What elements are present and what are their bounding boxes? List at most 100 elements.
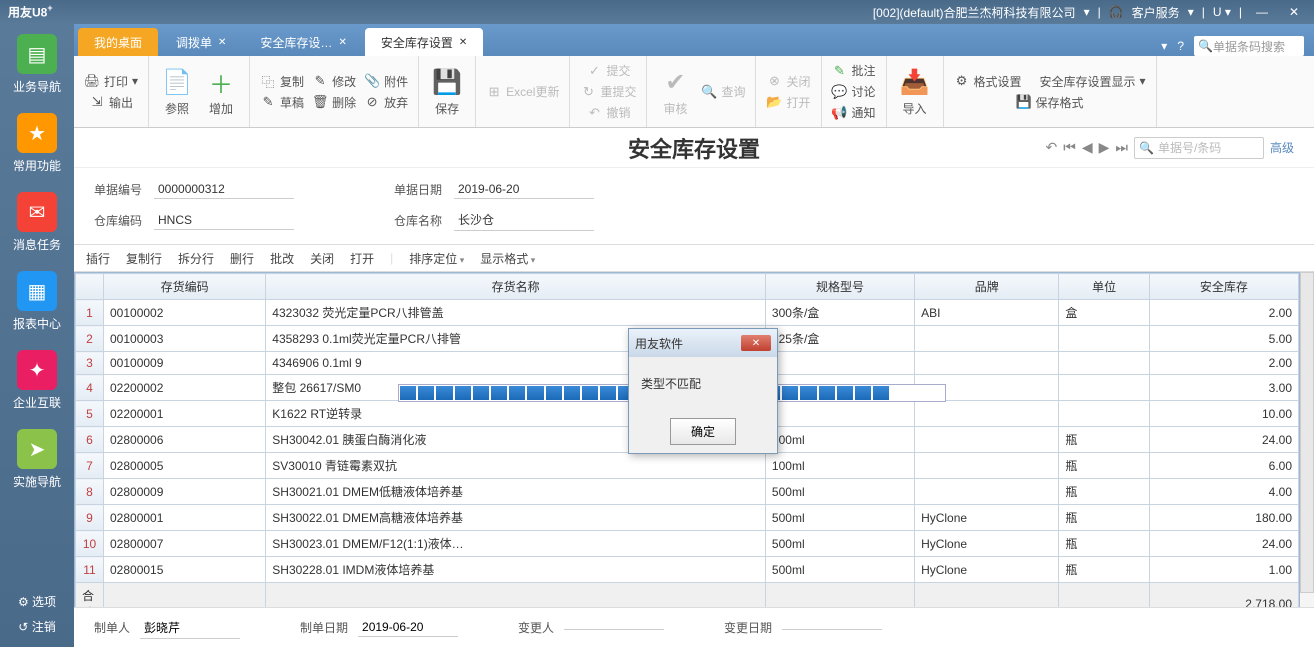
print-button[interactable]: 🖨打印 ▾ [80, 72, 142, 91]
barcode-search[interactable]: 🔍 单据条码搜索 [1194, 36, 1304, 56]
sidebar-item-impl[interactable]: ➤实施导航 [0, 429, 74, 490]
dropdown-icon[interactable]: ▾ [1161, 39, 1167, 53]
cdate-field[interactable] [782, 625, 882, 630]
notify-button[interactable]: 📢通知 [828, 103, 880, 122]
next-button[interactable]: ▶ [1099, 139, 1110, 156]
draft-button[interactable]: ✎草稿 [256, 93, 308, 112]
display-dropdown[interactable]: 显示格式 [480, 250, 535, 267]
abandon-button[interactable]: ⊘放弃 [360, 93, 412, 112]
discuss-button[interactable]: 💬讨论 [828, 82, 880, 101]
copy-row[interactable]: 复制行 [126, 250, 162, 267]
table-row[interactable]: 1102800015SH30228.01 IMDM液体培养基500mlHyClo… [76, 557, 1299, 583]
changer-field[interactable] [564, 625, 664, 630]
tab-transfer[interactable]: 调拨单✕ [160, 28, 242, 56]
help-icon[interactable]: ? [1177, 39, 1184, 53]
output-button[interactable]: ⇲输出 [80, 93, 142, 112]
close-icon[interactable]: ✕ [218, 37, 226, 48]
save-format-button[interactable]: 💾保存格式 [950, 93, 1150, 112]
table-row[interactable]: 1002800007SH30023.01 DMEM/F12(1:1)液体…500… [76, 531, 1299, 557]
open-doc-button[interactable]: 📂打开 [762, 93, 814, 112]
batch-edit[interactable]: 批改 [270, 250, 294, 267]
minimize-button[interactable]: — [1250, 3, 1274, 21]
first-button[interactable]: ⏮ [1063, 139, 1076, 156]
table-row[interactable]: 702800005SV30010 青链霉素双抗100ml瓶6.00 [76, 453, 1299, 479]
vertical-scrollbar[interactable] [1300, 272, 1314, 593]
dialog-close-button[interactable]: ✕ [741, 335, 771, 351]
close-doc-button[interactable]: ⊗关闭 [762, 72, 814, 91]
resubmit-button[interactable]: ↻重提交 [576, 82, 640, 101]
del-row[interactable]: 删行 [230, 250, 254, 267]
modify-button[interactable]: ✎修改 [308, 72, 360, 91]
tab-safestock1[interactable]: 安全库存设…✕ [244, 28, 362, 56]
format-button[interactable]: ⚙格式设置 [950, 72, 1026, 91]
revoke-icon: ↶ [586, 105, 602, 121]
attach-button[interactable]: 📎附件 [360, 72, 412, 91]
query-button[interactable]: 🔍查询 [697, 82, 749, 101]
copy-button[interactable]: ⿻复制 [256, 72, 308, 91]
last-button[interactable]: ⏭ [1115, 139, 1128, 156]
sidebar-item-connect[interactable]: ✦企业互联 [0, 350, 74, 411]
col-name[interactable]: 存货名称 [266, 274, 766, 300]
mdate-field[interactable]: 2019-06-20 [358, 618, 458, 637]
tab-desktop[interactable]: 我的桌面 [78, 28, 158, 56]
sidebar-options[interactable]: ⚙ 选项 [0, 589, 74, 614]
close-icon[interactable]: ✕ [338, 37, 346, 48]
doc-search[interactable]: 🔍单据号/条码 [1134, 137, 1264, 159]
open-row[interactable]: 打开 [350, 250, 374, 267]
whcode-field[interactable]: HNCS [154, 211, 294, 230]
sidebar-item-report[interactable]: ▦报表中心 [0, 271, 74, 332]
col-brand[interactable]: 品牌 [915, 274, 1059, 300]
headset-icon: 🎧 [1109, 5, 1124, 19]
excel-button[interactable]: ⊞Excel更新 [482, 82, 563, 101]
col-spec[interactable]: 规格型号 [765, 274, 914, 300]
col-unit[interactable]: 单位 [1059, 274, 1149, 300]
import-button[interactable]: 📥导入 [893, 64, 937, 119]
save-button[interactable]: 💾保存 [425, 64, 469, 119]
sidebar-logout[interactable]: ↺ 注销 [0, 614, 74, 639]
add-button[interactable]: ＋增加 [199, 64, 243, 119]
edit-icon: ✎ [312, 73, 328, 89]
maker-field[interactable]: 彭晓芹 [140, 617, 240, 639]
close-icon[interactable]: ✕ [459, 37, 467, 48]
table-row[interactable]: 802800009SH30021.01 DMEM低糖液体培养基500ml瓶4.0… [76, 479, 1299, 505]
insert-row[interactable]: 插行 [86, 250, 110, 267]
sidebar-item-message[interactable]: ✉消息任务 [0, 192, 74, 253]
dialog-titlebar[interactable]: 用友软件 ✕ [629, 329, 777, 357]
col-code[interactable]: 存货编码 [104, 274, 266, 300]
dialog-ok-button[interactable]: 确定 [670, 418, 736, 445]
dropdown-icon[interactable]: ▾ [1188, 5, 1194, 19]
inner-toolbar: 插行 复制行 拆分行 删行 批改 关闭 打开 | 排序定位 显示格式 [74, 244, 1314, 272]
discuss-icon: 💬 [832, 84, 848, 100]
code-field[interactable]: 0000000312 [154, 180, 294, 199]
u-icon[interactable]: U ▾ [1213, 5, 1231, 19]
tab-safestock2[interactable]: 安全库存设置✕ [365, 28, 483, 56]
split-row[interactable]: 拆分行 [178, 250, 214, 267]
sidebar-item-common[interactable]: ★常用功能 [0, 113, 74, 174]
close-row[interactable]: 关闭 [310, 250, 334, 267]
table-row[interactable]: 902800001SH30022.01 DMEM高糖液体培养基500mlHyCl… [76, 505, 1299, 531]
dropdown-icon[interactable]: ▾ [1084, 5, 1090, 19]
close-button[interactable]: ✕ [1282, 3, 1306, 21]
tab-bar: 我的桌面 调拨单✕ 安全库存设…✕ 安全库存设置✕ ▾ ? 🔍 单据条码搜索 [74, 24, 1314, 56]
copy-icon: ⿻ [260, 73, 276, 89]
sidebar: ▤业务导航 ★常用功能 ✉消息任务 ▦报表中心 ✦企业互联 ➤实施导航 ⚙ 选项… [0, 24, 74, 647]
submit-button[interactable]: ✓提交 [576, 61, 640, 80]
revoke-button[interactable]: ↶撤销 [576, 103, 640, 122]
display-button[interactable]: 安全库存设置显示 ▾ [1036, 72, 1150, 91]
prev-button[interactable]: ◀ [1082, 139, 1093, 156]
reference-button[interactable]: 📄参照 [155, 64, 199, 119]
date-field[interactable]: 2019-06-20 [454, 180, 594, 199]
table-row[interactable]: 1001000024323032 荧光定量PCR八排管盖300条/盒ABI盒2.… [76, 300, 1299, 326]
sidebar-item-biznav[interactable]: ▤业务导航 [0, 34, 74, 95]
undo-button[interactable]: ↶ [1045, 139, 1057, 156]
approve-button[interactable]: ✎批注 [828, 61, 880, 80]
company-name[interactable]: [002](default)合肥兰杰柯科技有限公司 [873, 4, 1076, 21]
sort-dropdown[interactable]: 排序定位 [409, 250, 464, 267]
col-qty[interactable]: 安全库存 [1149, 274, 1298, 300]
whname-field[interactable]: 长沙仓 [454, 209, 594, 231]
service-link[interactable]: 客户服务 [1132, 4, 1180, 21]
advanced-link[interactable]: 高级 [1270, 139, 1294, 156]
abandon-icon: ⊘ [364, 94, 380, 110]
delete-button[interactable]: 🗑删除 [308, 93, 360, 112]
verify-button[interactable]: ✔审核 [653, 64, 697, 119]
